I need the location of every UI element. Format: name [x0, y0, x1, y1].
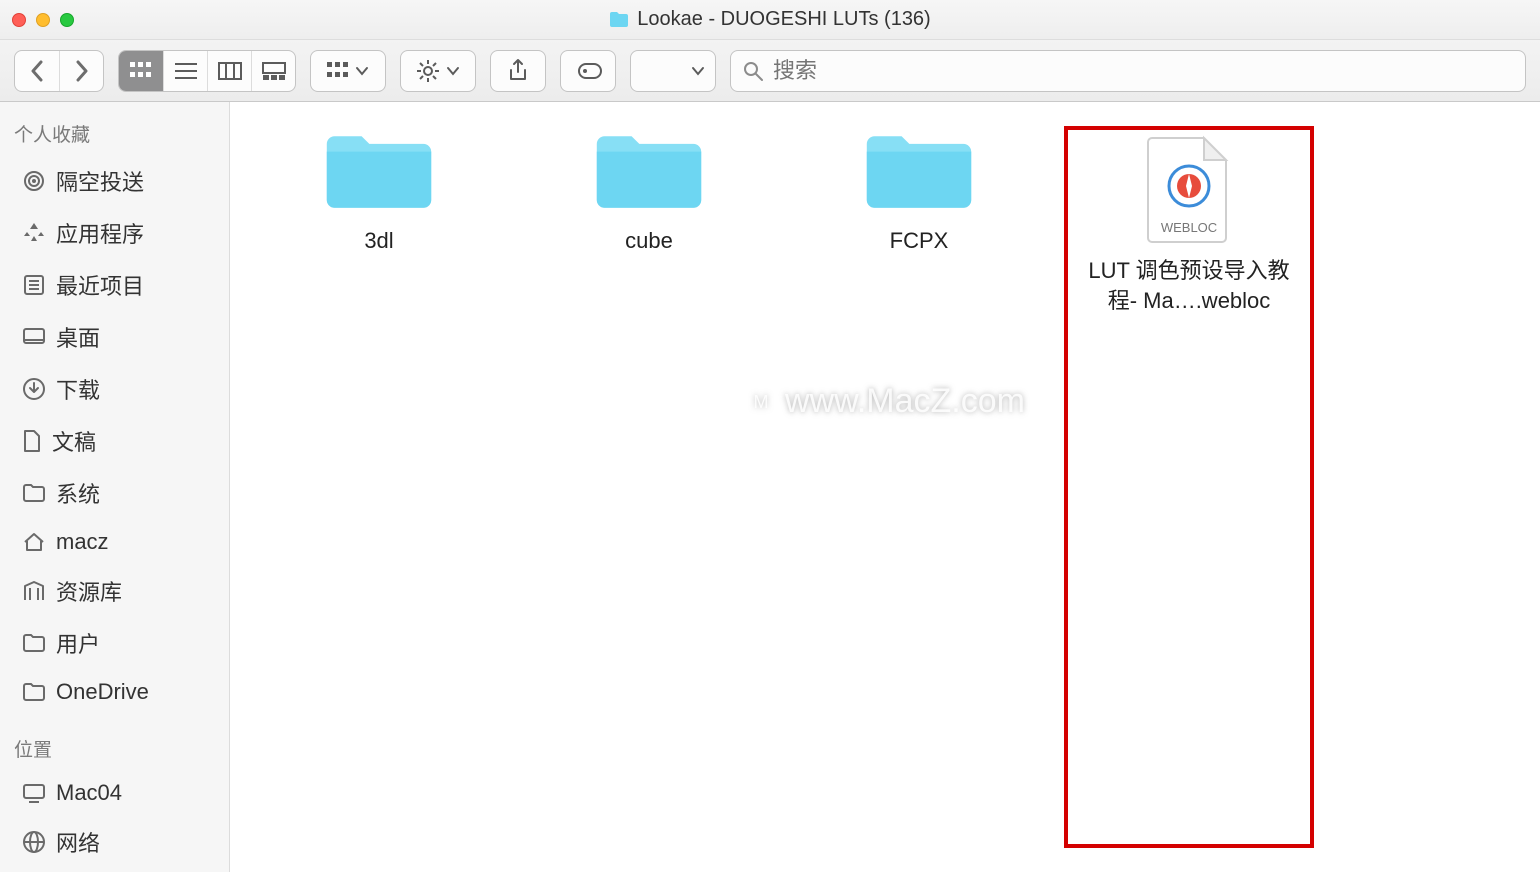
- chevron-right-icon: [74, 60, 90, 82]
- sidebar-item-computer[interactable]: Mac04: [0, 770, 229, 816]
- search-icon: [743, 61, 763, 81]
- window-title: Lookae - DUOGESHI LUTs (136): [0, 8, 1540, 31]
- folder-icon: [609, 11, 629, 28]
- chevron-left-icon: [29, 60, 45, 82]
- gear-icon: [416, 59, 440, 83]
- chevron-down-icon: [355, 66, 369, 76]
- action-button[interactable]: [400, 50, 476, 92]
- back-button[interactable]: [15, 51, 59, 91]
- file-item-folder[interactable]: cube: [524, 126, 774, 848]
- sidebar-item-home[interactable]: macz: [0, 519, 229, 565]
- tags-button[interactable]: [560, 50, 616, 92]
- sidebar-item-desktop[interactable]: 桌面: [0, 311, 229, 363]
- folder-icon: [861, 126, 977, 216]
- sidebar-item-documents[interactable]: 文稿: [0, 415, 229, 467]
- sidebar-item-label: 隔空投送: [56, 165, 144, 197]
- column-view-button[interactable]: [207, 51, 251, 91]
- share-button[interactable]: [490, 50, 546, 92]
- share-icon: [507, 58, 529, 84]
- document-icon: WEBLOC: [1144, 134, 1234, 246]
- list-icon: [175, 62, 197, 80]
- list-view-button[interactable]: [163, 51, 207, 91]
- columns-icon: [218, 62, 242, 80]
- sidebar-item-label: 最近项目: [56, 269, 144, 301]
- file-item-webloc[interactable]: WEBLOC LUT 调色预设导入教程- Ma….webloc: [1064, 126, 1314, 848]
- document-icon: [22, 429, 42, 453]
- forward-button[interactable]: [59, 51, 103, 91]
- folder-icon: [321, 126, 437, 216]
- sidebar-item-label: 应用程序: [56, 217, 144, 249]
- sidebar-item-airdrop[interactable]: 隔空投送: [0, 155, 229, 207]
- sidebar: 个人收藏 隔空投送 应用程序 最近项目 桌面 下载 文稿 系统: [0, 102, 230, 872]
- sidebar-section-favorites: 个人收藏: [0, 112, 229, 155]
- file-label: 3dl: [364, 226, 393, 256]
- sidebar-item-label: 网络: [56, 826, 100, 858]
- download-icon: [22, 377, 46, 401]
- file-grid: 3dl cube FCPX WEBLOC LUT 调色预设导入教程- Ma…: [230, 102, 1540, 872]
- sidebar-item-onedrive[interactable]: OneDrive: [0, 669, 229, 715]
- network-icon: [22, 830, 46, 854]
- sidebar-item-system[interactable]: 系统: [0, 467, 229, 519]
- grid-icon: [130, 62, 152, 80]
- group-by-button[interactable]: [310, 50, 386, 92]
- sidebar-item-label: Mac04: [56, 780, 122, 806]
- view-mode-buttons: [118, 50, 296, 92]
- sidebar-section-locations: 位置: [0, 727, 229, 770]
- file-label: FCPX: [890, 226, 949, 256]
- sidebar-item-applications[interactable]: 应用程序: [0, 207, 229, 259]
- sidebar-item-label: 下载: [56, 373, 100, 405]
- search-field[interactable]: [730, 50, 1526, 92]
- file-label: cube: [625, 226, 673, 256]
- path-selector[interactable]: [630, 50, 716, 92]
- folder-icon: [22, 682, 46, 702]
- chevron-down-icon: [691, 66, 705, 76]
- sidebar-item-label: 用户: [56, 627, 100, 659]
- sidebar-item-library[interactable]: 资源库: [0, 565, 229, 617]
- doc-badge-text: WEBLOC: [1161, 220, 1217, 235]
- grid-icon: [327, 62, 349, 80]
- window-titlebar: Lookae - DUOGESHI LUTs (136): [0, 0, 1540, 40]
- icon-view-button[interactable]: [119, 51, 163, 91]
- sidebar-item-label: macz: [56, 529, 109, 555]
- airdrop-icon: [22, 169, 46, 193]
- computer-icon: [22, 783, 46, 803]
- desktop-icon: [22, 327, 46, 347]
- sidebar-item-label: OneDrive: [56, 679, 149, 705]
- folder-icon: [22, 633, 46, 653]
- window-title-text: Lookae - DUOGESHI LUTs (136): [637, 8, 930, 31]
- file-label: LUT 调色预设导入教程- Ma….webloc: [1074, 256, 1304, 315]
- recents-icon: [22, 273, 46, 297]
- file-item-folder[interactable]: FCPX: [794, 126, 1044, 848]
- sidebar-item-label: 资源库: [56, 575, 122, 607]
- folder-icon: [22, 483, 46, 503]
- folder-icon: [591, 126, 707, 216]
- sidebar-item-network[interactable]: 网络: [0, 816, 229, 868]
- chevron-down-icon: [446, 66, 460, 76]
- home-icon: [22, 531, 46, 553]
- file-item-folder[interactable]: 3dl: [254, 126, 504, 848]
- toolbar: [0, 40, 1540, 102]
- sidebar-item-recents[interactable]: 最近项目: [0, 259, 229, 311]
- gallery-icon: [262, 62, 286, 80]
- sidebar-item-users[interactable]: 用户: [0, 617, 229, 669]
- nav-buttons: [14, 50, 104, 92]
- applications-icon: [22, 221, 46, 245]
- sidebar-item-downloads[interactable]: 下载: [0, 363, 229, 415]
- library-icon: [22, 580, 46, 602]
- tag-icon: [573, 60, 603, 82]
- content-area: 个人收藏 隔空投送 应用程序 最近项目 桌面 下载 文稿 系统: [0, 102, 1540, 872]
- sidebar-item-label: 桌面: [56, 321, 100, 353]
- sidebar-item-label: 文稿: [52, 425, 96, 457]
- sidebar-item-label: 系统: [56, 477, 100, 509]
- gallery-view-button[interactable]: [251, 51, 295, 91]
- search-input[interactable]: [773, 58, 1513, 84]
